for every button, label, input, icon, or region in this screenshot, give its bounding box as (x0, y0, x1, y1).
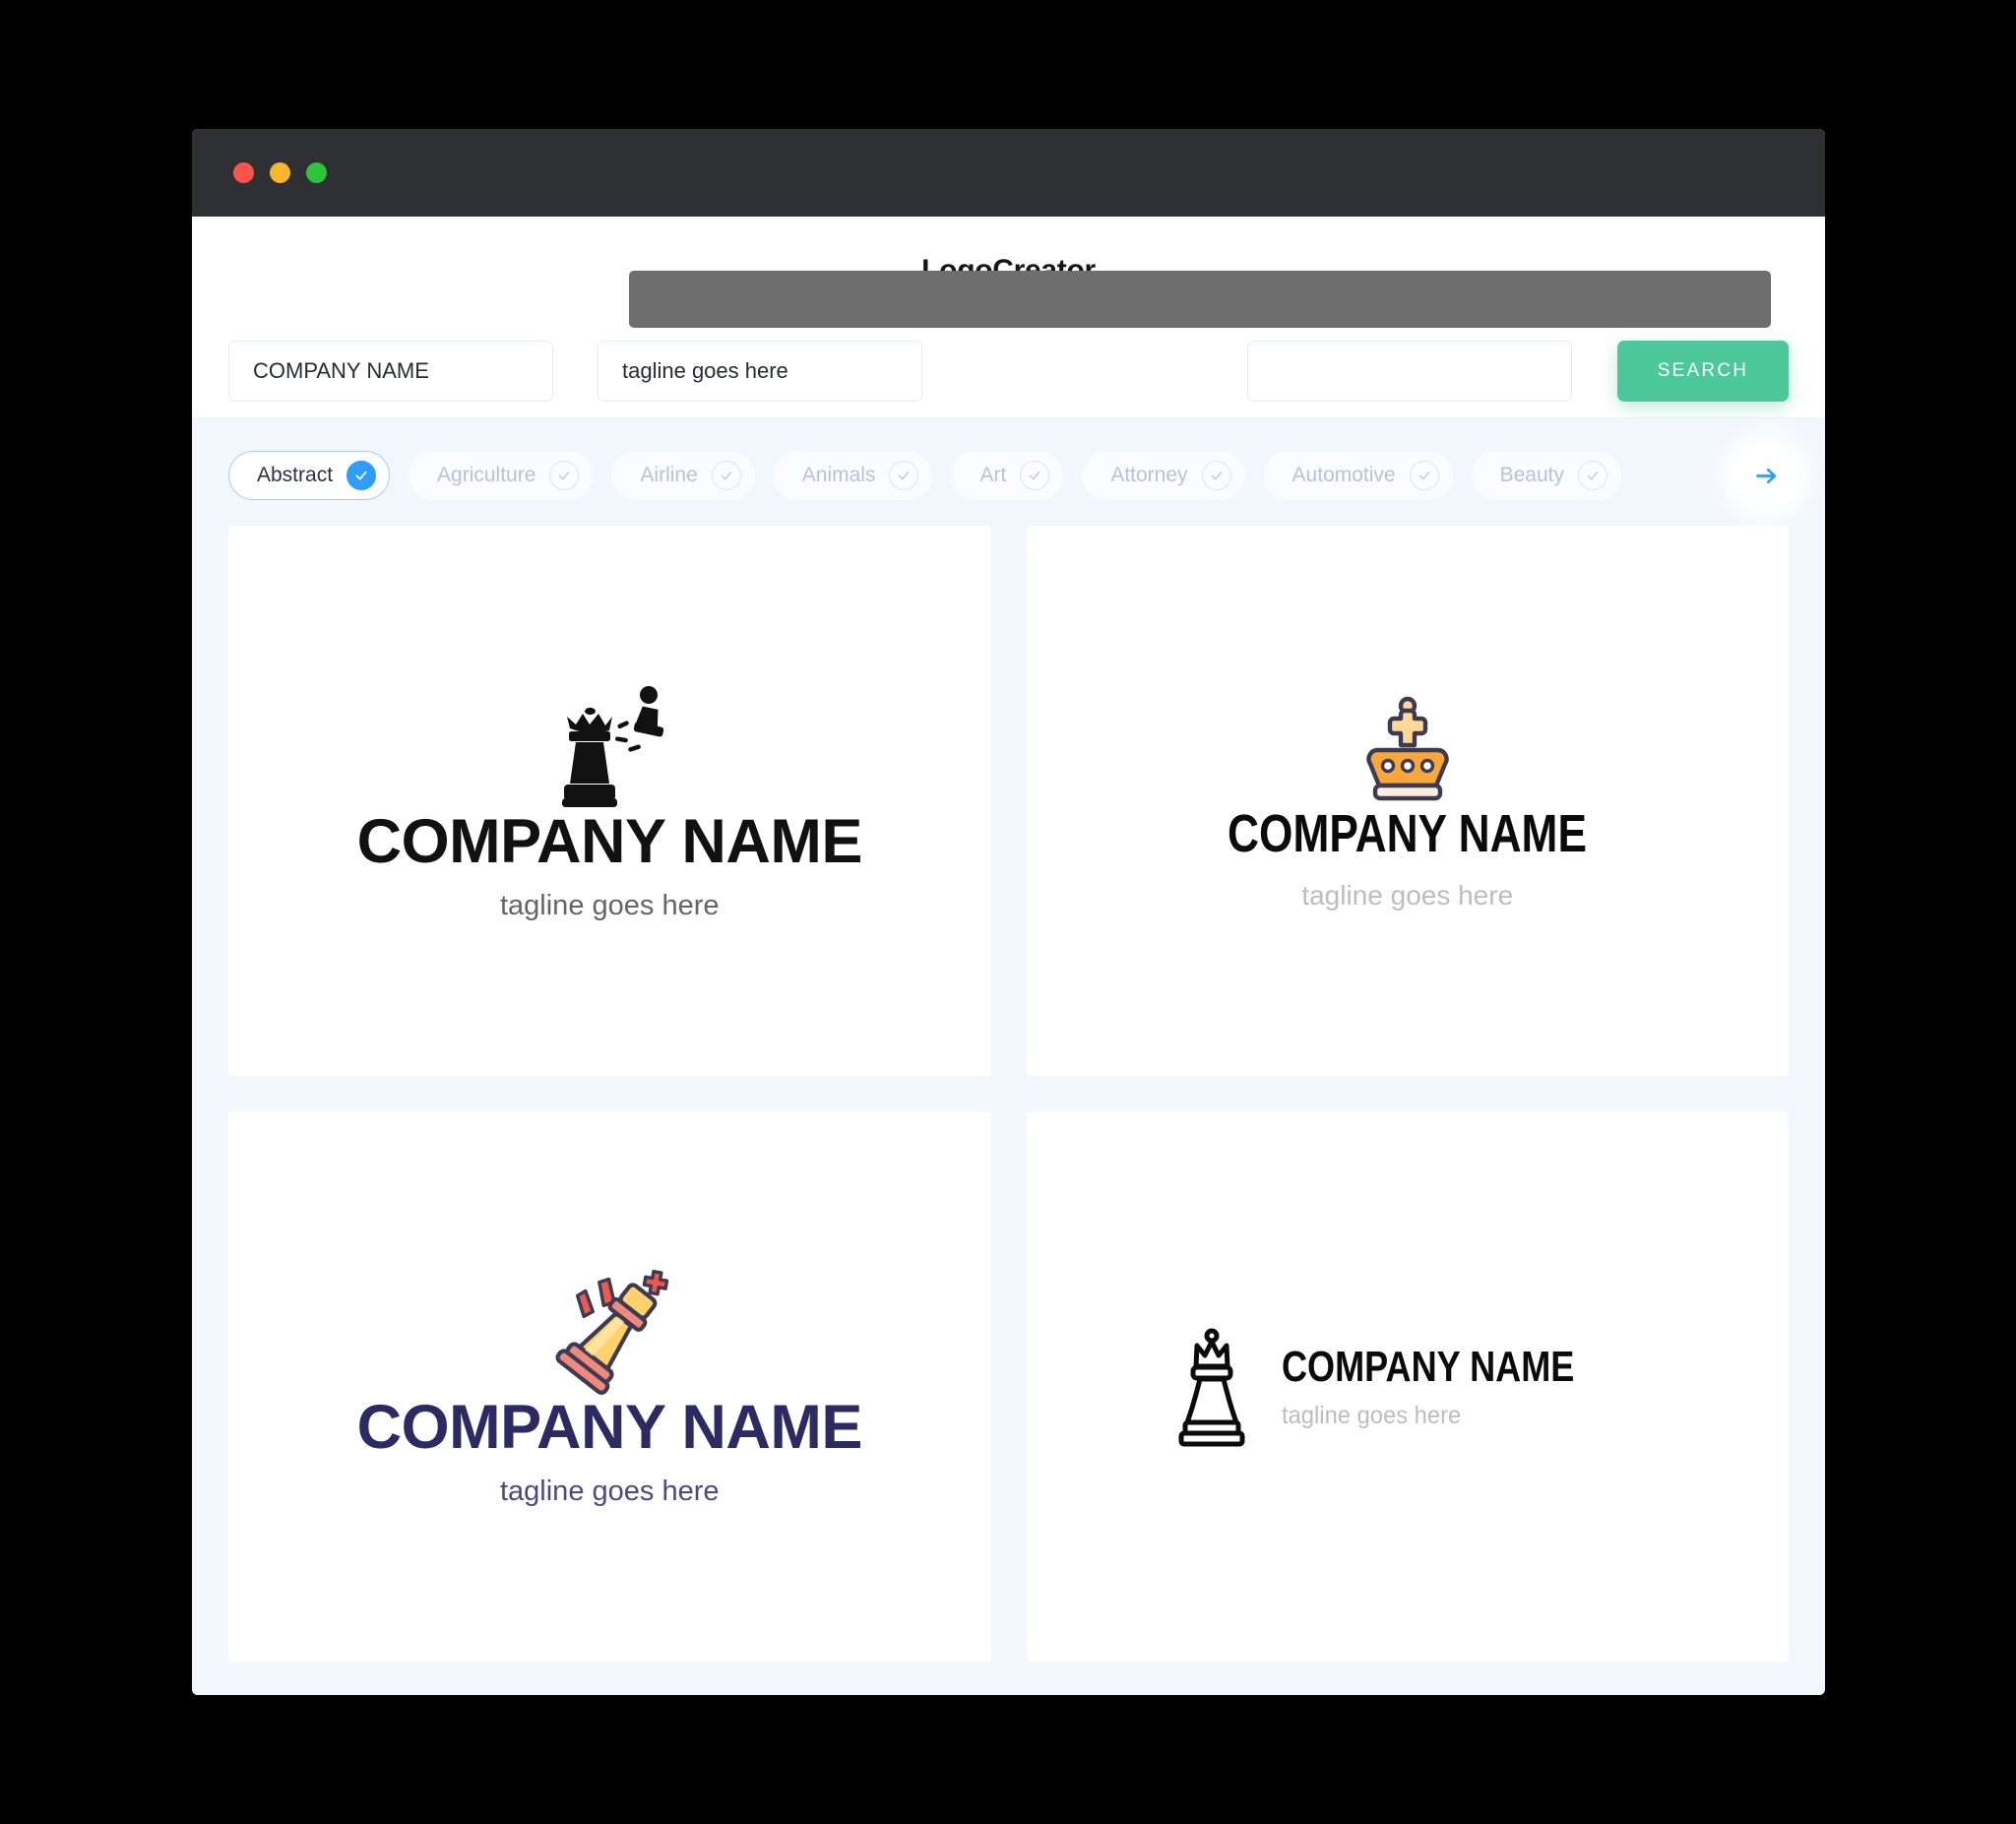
category-chip-label: Attorney (1110, 464, 1188, 486)
company-name-input[interactable] (228, 340, 553, 402)
address-bar[interactable] (629, 271, 1771, 328)
logo-company-name: COMPANY NAME (356, 1393, 863, 1462)
category-chip-check[interactable] (1201, 461, 1231, 490)
category-chip-check[interactable] (549, 461, 580, 490)
category-chip-check[interactable] (346, 461, 377, 490)
category-chip-check[interactable] (1578, 461, 1607, 490)
category-chip-check[interactable] (1020, 461, 1050, 490)
logo-card[interactable]: COMPANY NAME tagline goes here (228, 1111, 991, 1662)
tilted-yellow-king-icon (555, 1269, 669, 1395)
check-icon (1211, 472, 1222, 480)
category-chip-attorney[interactable]: Attorney (1082, 451, 1245, 500)
check-icon (1029, 472, 1040, 480)
category-chip-agriculture[interactable]: Agriculture (409, 451, 594, 500)
logo-layout-stacked: COMPANY NAME tagline goes here (357, 1267, 862, 1506)
logo-layout-stacked: COMPANY NAME tagline goes here (1188, 693, 1626, 910)
outline-queen-icon (1178, 1328, 1245, 1446)
tagline-input[interactable] (598, 340, 922, 402)
logo-text-block: COMPANY NAME tagline goes here (1282, 1342, 1639, 1429)
logo-tagline: tagline goes here (499, 890, 720, 921)
category-chip-label: Automotive (1292, 464, 1396, 486)
logo-tagline: tagline goes here (1282, 1401, 1462, 1429)
orange-crown-icon (1366, 696, 1449, 800)
browser-chrome-bar (192, 129, 1825, 328)
logo-card[interactable]: COMPANY NAME tagline goes here (228, 526, 991, 1076)
logo-company-name: COMPANY NAME (1228, 803, 1588, 863)
category-chip-label: Beauty (1499, 464, 1564, 486)
browser-window: LogoCreator SEARCH AbstractAgricultureAi… (192, 129, 1825, 1695)
black-shattered-queen-icon (562, 686, 664, 807)
logo-layout-horizontal: COMPANY NAME tagline goes here (1175, 1326, 1639, 1448)
categories-next-button[interactable] (1734, 444, 1797, 507)
check-icon (355, 471, 367, 480)
logo-layout-stacked: COMPANY NAME tagline goes here (357, 681, 862, 920)
check-icon (1418, 472, 1429, 480)
category-filter-bar: Abstract Agriculture Airline Animals Art Atto… (192, 418, 1825, 526)
logo-company-name: COMPANY NAME (1282, 1342, 1575, 1391)
traffic-lights (233, 162, 327, 183)
logo-tagline: tagline goes here (499, 1476, 720, 1507)
category-chip-check[interactable] (711, 461, 741, 490)
minimize-window-button[interactable] (270, 162, 290, 183)
category-chip-art[interactable]: Art (951, 451, 1064, 500)
category-chip-list: Abstract Agriculture Airline Animals Art Atto… (228, 451, 1825, 500)
category-chip-animals[interactable]: Animals (773, 451, 933, 500)
category-chip-check[interactable] (889, 461, 919, 490)
arrow-right-icon (1755, 468, 1776, 483)
check-icon (721, 472, 732, 480)
search-button[interactable]: SEARCH (1617, 340, 1789, 402)
check-icon (899, 472, 910, 480)
logo-card[interactable]: COMPANY NAME tagline goes here (1026, 526, 1789, 1076)
search-bar: SEARCH (192, 324, 1825, 418)
logo-card[interactable]: COMPANY NAME tagline goes here (1026, 1111, 1789, 1662)
close-window-button[interactable] (233, 162, 254, 183)
category-chip-automotive[interactable]: Automotive (1263, 451, 1453, 500)
keyword-input[interactable] (1247, 340, 1572, 402)
category-chip-label: Animals (801, 464, 876, 486)
category-chip-airline[interactable]: Airline (611, 451, 755, 500)
category-chip-beauty[interactable]: Beauty (1471, 451, 1621, 500)
category-chip-label: Airline (640, 464, 698, 486)
logo-tagline: tagline goes here (1301, 879, 1514, 911)
category-chip-check[interactable] (1409, 461, 1439, 490)
check-icon (559, 472, 570, 480)
logo-company-name: COMPANY NAME (356, 807, 863, 876)
logo-results-grid: COMPANY NAME tagline goes here COMPANY N… (192, 526, 1825, 1695)
category-chip-abstract[interactable]: Abstract (228, 451, 391, 500)
category-chip-label: Agriculture (437, 464, 536, 486)
category-chip-label: Abstract (257, 464, 334, 486)
check-icon (1587, 472, 1599, 480)
category-chip-label: Art (979, 464, 1007, 486)
maximize-window-button[interactable] (306, 162, 327, 183)
